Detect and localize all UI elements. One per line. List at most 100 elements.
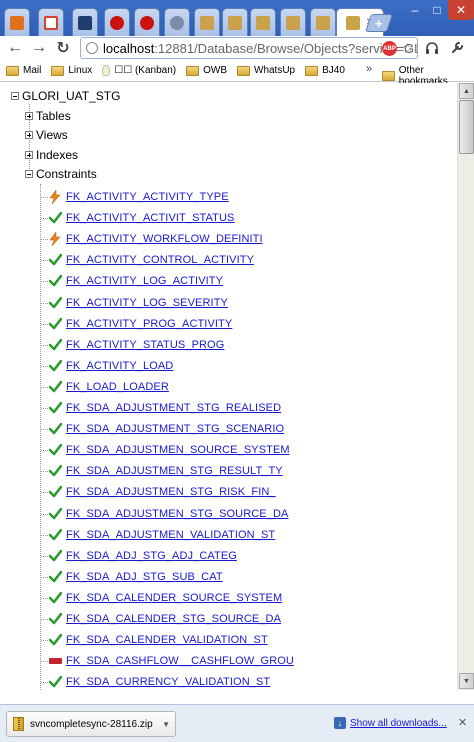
constraint-item: FK_ACTIVITY_WORKFLOW_DEFINITI <box>48 229 263 249</box>
expand-icon[interactable] <box>25 131 33 139</box>
check-icon <box>48 464 62 478</box>
tree-node-constraints[interactable]: Constraints <box>25 164 97 184</box>
check-icon <box>48 296 62 310</box>
scroll-thumb[interactable] <box>459 100 474 154</box>
browser-tab[interactable] <box>164 8 190 36</box>
download-item[interactable]: svncompletesync-28116.zip ▼ <box>6 711 176 737</box>
constraint-item: FK_SDA_CURRENCY_VALIDATION_ST <box>48 672 270 690</box>
check-icon <box>48 570 62 584</box>
new-tab-button[interactable]: + <box>365 14 393 32</box>
tree-node-views[interactable]: Views <box>25 125 68 145</box>
scroll-down-icon[interactable]: ▼ <box>459 673 474 689</box>
adblock-icon[interactable]: ABP <box>382 41 397 56</box>
show-all-downloads-link[interactable]: Show all downloads... <box>350 718 447 729</box>
page-icon <box>286 15 300 30</box>
constraint-link[interactable]: FK_ACTIVITY_ACTIVITY_TYPE <box>66 191 229 203</box>
constraint-link[interactable]: FK_SDA_ADJUSTMENT_STG_SCENARIO <box>66 423 284 435</box>
url-host: localhost <box>103 40 155 56</box>
constraint-link[interactable]: FK_ACTIVITY_WORKFLOW_DEFINITI <box>66 233 263 245</box>
bookmarks-overflow-button[interactable]: » <box>366 63 372 75</box>
constraint-link[interactable]: FK_SDA_ADJUSTMEN_SOURCE_SYSTEM <box>66 444 290 456</box>
expand-icon[interactable] <box>25 151 33 159</box>
constraint-link[interactable]: FK_SDA_ADJUSTMEN_VALIDATION_ST <box>66 529 275 541</box>
browser-tab[interactable] <box>280 8 306 36</box>
vertical-scrollbar[interactable]: ▲ ▼ <box>457 83 474 690</box>
check-icon <box>48 443 62 457</box>
back-button[interactable]: ← <box>4 37 26 59</box>
browser-tab[interactable] <box>222 8 248 36</box>
bookmark-item[interactable]: Mail <box>6 65 41 76</box>
bookmark-star-icon[interactable]: ☆ <box>401 40 414 57</box>
browser-tab[interactable] <box>250 8 276 36</box>
tree-root[interactable]: GLORI_UAT_STG <box>11 86 120 106</box>
constraint-item: FK_SDA_CASHFLOW__CASHFLOW_GROU <box>48 651 294 671</box>
close-window-button[interactable]: ✕ <box>448 0 474 20</box>
browser-tab[interactable] <box>134 8 160 36</box>
forward-button[interactable]: → <box>28 37 50 59</box>
bookmark-item[interactable]: ☐☐ (Kanban) <box>102 65 176 76</box>
reload-button[interactable]: ↻ <box>52 37 74 59</box>
opera-icon <box>110 15 124 30</box>
dropdown-arrow-icon[interactable]: ▼ <box>162 720 170 729</box>
constraint-link[interactable]: FK_SDA_CALENDER_VALIDATION_ST <box>66 634 268 646</box>
constraint-link[interactable]: FK_SDA_CALENDER_STG_SOURCE_DA <box>66 613 281 625</box>
show-all-downloads[interactable]: ↓ Show all downloads... <box>334 717 447 729</box>
browser-tab[interactable] <box>72 8 98 36</box>
bulb-icon <box>102 65 111 76</box>
constraint-item: FK_ACTIVITY_PROG_ACTIVITY <box>48 314 232 334</box>
minimize-button[interactable]: – <box>404 0 426 20</box>
expand-icon[interactable] <box>25 112 33 120</box>
constraint-link[interactable]: FK_SDA_CURRENCY_VALIDATION_ST <box>66 676 270 688</box>
constraint-link[interactable]: FK_ACTIVITY_PROG_ACTIVITY <box>66 318 232 330</box>
constraint-link[interactable]: FK_SDA_ADJUSTMEN_STG_RISK_FIN_ <box>66 486 276 498</box>
constraint-link[interactable]: FK_SDA_CALENDER_SOURCE_SYSTEM <box>66 592 282 604</box>
check-icon <box>48 507 62 521</box>
headphones-extension-icon[interactable] <box>422 36 442 60</box>
constraint-link[interactable]: FK_LOAD_LOADER <box>66 381 169 393</box>
bookmark-item[interactable]: Linux <box>51 65 92 76</box>
constraint-item: FK_LOAD_LOADER <box>48 377 169 397</box>
download-shelf: svncompletesync-28116.zip ▼ ↓ Show all d… <box>0 704 474 742</box>
folder-icon <box>6 65 19 76</box>
browser-tab[interactable] <box>38 8 64 36</box>
check-icon <box>48 274 62 288</box>
disabled-icon <box>48 654 62 668</box>
constraint-item: FK_SDA_ADJUSTMEN_VALIDATION_ST <box>48 525 275 545</box>
constraint-link[interactable]: FK_ACTIVITY_CONTROL_ACTIVITY <box>66 254 254 266</box>
constraint-link[interactable]: FK_ACTIVITY_LOG_ACTIVITY <box>66 275 223 287</box>
scroll-up-icon[interactable]: ▲ <box>459 83 474 99</box>
bookmark-item[interactable]: OWB <box>186 65 227 76</box>
download-filename: svncompletesync-28116.zip <box>30 718 153 730</box>
maximize-button[interactable]: □ <box>426 0 448 20</box>
browser-tab[interactable] <box>310 8 336 36</box>
opera-icon <box>140 15 154 30</box>
close-shelf-icon[interactable]: ✕ <box>458 716 467 729</box>
constraint-link[interactable]: FK_ACTIVITY_STATUS_PROG <box>66 339 224 351</box>
constraint-link[interactable]: FK_SDA_ADJUSTMEN_STG_SOURCE_DA <box>66 508 288 520</box>
bookmark-item[interactable]: BJ40 <box>305 65 345 76</box>
constraint-link[interactable]: FK_SDA_ADJ_STG_SUB_CAT <box>66 571 223 583</box>
bookmark-item[interactable]: WhatsUp <box>237 65 295 76</box>
browser-tab[interactable] <box>104 8 130 36</box>
address-bar[interactable]: localhost:12881/Database/Browse/Objects?… <box>80 37 418 59</box>
constraint-link[interactable]: FK_ACTIVITY_LOAD <box>66 360 173 372</box>
constraint-link[interactable]: FK_SDA_CASHFLOW__CASHFLOW_GROU <box>66 655 294 667</box>
browser-tab[interactable] <box>194 8 220 36</box>
lightning-icon <box>48 232 62 246</box>
constraint-link[interactable]: FK_SDA_ADJ_STG_ADJ_CATEG <box>66 550 237 562</box>
download-icon: ↓ <box>334 717 346 729</box>
constraint-link[interactable]: FK_ACTIVITY_LOG_SEVERITY <box>66 297 228 309</box>
browser-toolbar: ← → ↻ localhost:12881/Database/Browse/Ob… <box>0 36 474 60</box>
page-icon <box>316 15 330 30</box>
wrench-menu-icon[interactable] <box>446 36 468 60</box>
constraint-link[interactable]: FK_SDA_ADJUSTMENT_STG_REALISED <box>66 402 281 414</box>
constraint-link[interactable]: FK_ACTIVITY_ACTIVIT_STATUS <box>66 212 234 224</box>
tree-node-indexes[interactable]: Indexes <box>25 145 78 165</box>
constraint-link[interactable]: FK_SDA_ADJUSTMEN_STG_RESULT_TY <box>66 465 283 477</box>
collapse-icon[interactable] <box>11 92 19 100</box>
tree-node-tables[interactable]: Tables <box>25 106 71 126</box>
browser-tab[interactable] <box>4 8 30 36</box>
collapse-icon[interactable] <box>25 170 33 178</box>
check-icon <box>48 591 62 605</box>
check-icon <box>48 359 62 373</box>
